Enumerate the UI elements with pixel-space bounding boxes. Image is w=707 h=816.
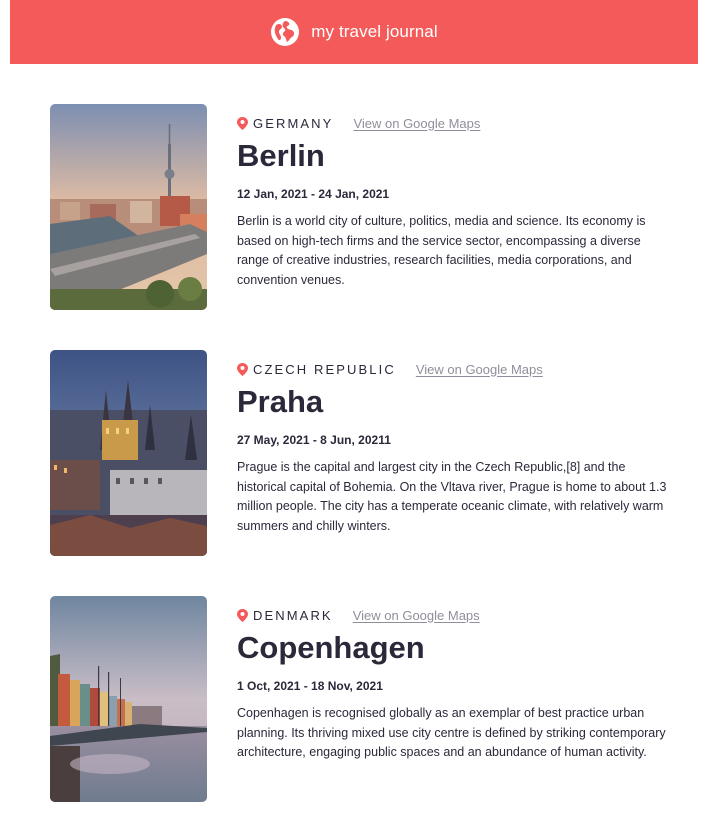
country-label: DENMARK <box>253 607 333 623</box>
entry-info: GERMANY View on Google Maps Berlin 12 Ja… <box>237 104 677 290</box>
trip-dates: 27 May, 2021 - 8 Jun, 20211 <box>237 433 391 447</box>
place-title: Copenhagen <box>237 630 425 665</box>
journal-entry: DENMARK View on Google Maps Copenhagen 1… <box>50 596 690 802</box>
location-row: DENMARK View on Google Maps <box>237 605 677 625</box>
location-row: GERMANY View on Google Maps <box>237 113 677 133</box>
map-pin-icon <box>237 362 248 376</box>
berlin-photo <box>50 104 207 310</box>
place-description: Prague is the capital and largest city i… <box>237 460 667 533</box>
copenhagen-photo <box>50 596 207 802</box>
place-description: Berlin is a world city of culture, polit… <box>237 214 646 287</box>
map-pin-icon <box>237 608 248 622</box>
country-label: GERMANY <box>253 115 334 131</box>
app-header: my travel journal <box>10 0 698 64</box>
praha-photo <box>50 350 207 556</box>
place-title: Berlin <box>237 138 325 173</box>
map-pin-icon <box>237 116 248 130</box>
trip-dates: 12 Jan, 2021 - 24 Jan, 2021 <box>237 187 390 201</box>
google-maps-link[interactable]: View on Google Maps <box>353 608 480 623</box>
journal-entry: CZECH REPUBLIC View on Google Maps Praha… <box>50 350 690 556</box>
google-maps-link[interactable]: View on Google Maps <box>353 116 480 131</box>
entry-info: CZECH REPUBLIC View on Google Maps Praha… <box>237 350 677 536</box>
place-title: Praha <box>237 384 324 419</box>
journal-entry: GERMANY View on Google Maps Berlin 12 Ja… <box>50 104 690 310</box>
place-description: Copenhagen is recognised globally as an … <box>237 706 666 759</box>
globe-icon <box>271 18 300 46</box>
country-label: CZECH REPUBLIC <box>253 361 396 377</box>
trip-dates: 1 Oct, 2021 - 18 Nov, 2021 <box>237 679 383 693</box>
entry-info: DENMARK View on Google Maps Copenhagen 1… <box>237 596 677 763</box>
location-row: CZECH REPUBLIC View on Google Maps <box>237 359 677 379</box>
app-title: my travel journal <box>311 22 438 41</box>
google-maps-link[interactable]: View on Google Maps <box>416 362 543 377</box>
